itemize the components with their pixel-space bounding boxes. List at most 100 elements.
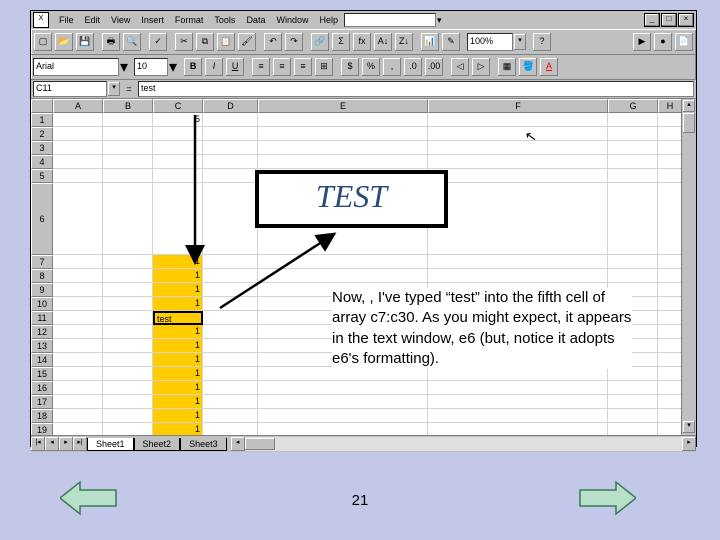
cell-b3[interactable]	[103, 141, 153, 155]
cell-d12[interactable]	[203, 325, 258, 339]
cell-a16[interactable]	[53, 381, 103, 395]
paste-button[interactable]: 📋	[216, 32, 236, 52]
menu-tools[interactable]: Tools	[209, 14, 240, 26]
sheet-tab-3[interactable]: Sheet3	[180, 438, 227, 451]
cell-g15[interactable]	[608, 367, 658, 381]
sheet-tab-1[interactable]: Sheet1	[87, 438, 134, 451]
cell-d3[interactable]	[203, 141, 258, 155]
row-header[interactable]: 17	[31, 395, 53, 409]
cell-g4[interactable]	[608, 155, 658, 169]
cell-c10[interactable]: 1	[153, 297, 203, 311]
menu-help[interactable]: Help	[314, 14, 343, 26]
size-dropdown[interactable]: ▾	[169, 57, 177, 77]
cell-c14[interactable]: 1	[153, 353, 203, 367]
cell-g2[interactable]	[608, 127, 658, 141]
col-header-f[interactable]: F	[428, 99, 608, 113]
row-header[interactable]: 16	[31, 381, 53, 395]
open-button[interactable]: 📂	[54, 32, 74, 52]
cell-d2[interactable]	[203, 127, 258, 141]
name-box[interactable]: C11	[33, 81, 107, 97]
select-all-corner[interactable]	[31, 99, 53, 113]
cell-b7[interactable]	[103, 255, 153, 269]
tab-nav-first[interactable]: |◂	[31, 437, 45, 451]
prev-slide-button[interactable]	[60, 480, 118, 516]
row-header[interactable]: 3	[31, 141, 53, 155]
col-header-g[interactable]: G	[608, 99, 658, 113]
dec-indent-button[interactable]: ◁	[450, 57, 470, 77]
cell-c17[interactable]: 1	[153, 395, 203, 409]
cell-b4[interactable]	[103, 155, 153, 169]
cell-a3[interactable]	[53, 141, 103, 155]
col-header-e[interactable]: E	[258, 99, 428, 113]
cell-b12[interactable]	[103, 325, 153, 339]
cell-g3[interactable]	[608, 141, 658, 155]
cell-g17[interactable]	[608, 395, 658, 409]
cell-f7[interactable]	[428, 255, 608, 269]
row-header[interactable]: 6	[31, 183, 53, 255]
align-left-button[interactable]: ≡	[251, 57, 271, 77]
record-macro-button[interactable]: ▶	[632, 32, 652, 52]
cell-d17[interactable]	[203, 395, 258, 409]
help-search-input[interactable]	[344, 13, 436, 27]
cell-a9[interactable]	[53, 283, 103, 297]
font-name-box[interactable]: Arial	[33, 58, 119, 76]
cell-f15[interactable]	[428, 367, 608, 381]
inc-indent-button[interactable]: ▷	[471, 57, 491, 77]
help-search-dropdown[interactable]: ▾	[437, 15, 442, 26]
row-header[interactable]: 7	[31, 255, 53, 269]
undo-button[interactable]: ↶	[263, 32, 283, 52]
cell-a1[interactable]	[53, 113, 103, 127]
underline-button[interactable]: U	[225, 57, 245, 77]
fill-color-button[interactable]: 🪣	[518, 57, 538, 77]
scroll-thumb[interactable]	[683, 113, 695, 133]
new-button[interactable]: ▢	[33, 32, 53, 52]
cell-d9[interactable]	[203, 283, 258, 297]
cell-c8[interactable]: 1	[153, 269, 203, 283]
cell-b9[interactable]	[103, 283, 153, 297]
cell-a12[interactable]	[53, 325, 103, 339]
formula-input[interactable]: test	[138, 81, 694, 97]
cell-d5[interactable]	[203, 169, 258, 183]
row-header[interactable]: 8	[31, 269, 53, 283]
cell-f5[interactable]	[428, 169, 608, 183]
font-color-button[interactable]: A	[539, 57, 559, 77]
cell-d18[interactable]	[203, 409, 258, 423]
cell-c2[interactable]	[153, 127, 203, 141]
font-dropdown[interactable]: ▾	[120, 57, 128, 77]
row-header[interactable]: 1	[31, 113, 53, 127]
italic-button[interactable]: I	[204, 57, 224, 77]
cell-d8[interactable]	[203, 269, 258, 283]
cell-e8[interactable]	[258, 269, 428, 283]
cell-e4[interactable]	[258, 155, 428, 169]
font-size-box[interactable]: 10	[134, 58, 168, 76]
spell-button[interactable]: ✓	[148, 32, 168, 52]
cell-b10[interactable]	[103, 297, 153, 311]
cell-b19[interactable]	[103, 423, 153, 435]
cell-e1[interactable]	[258, 113, 428, 127]
cell-c7[interactable]: 1	[153, 255, 203, 269]
row-header[interactable]: 18	[31, 409, 53, 423]
cell-c16[interactable]: 1	[153, 381, 203, 395]
borders-button[interactable]: ▦	[497, 57, 517, 77]
currency-button[interactable]: $	[340, 57, 360, 77]
cell-a14[interactable]	[53, 353, 103, 367]
app-control-icon[interactable]: X	[33, 12, 49, 28]
scroll-up-button[interactable]: ▴	[683, 100, 695, 112]
cell-g5[interactable]	[608, 169, 658, 183]
percent-button[interactable]: %	[361, 57, 381, 77]
cell-d11[interactable]	[203, 311, 258, 325]
maximize-button[interactable]: □	[661, 13, 677, 27]
menu-window[interactable]: Window	[271, 14, 313, 26]
print-button[interactable]: 🖶	[101, 32, 121, 52]
preview-button[interactable]: 🔍	[122, 32, 142, 52]
cell-c12[interactable]: 1	[153, 325, 203, 339]
vb-button[interactable]: 📄	[674, 32, 694, 52]
hscroll-thumb[interactable]	[245, 438, 275, 450]
cell-a6[interactable]	[53, 183, 103, 255]
close-button[interactable]: ×	[678, 13, 694, 27]
cell-f18[interactable]	[428, 409, 608, 423]
cell-a15[interactable]	[53, 367, 103, 381]
cell-f3[interactable]	[428, 141, 608, 155]
cell-f1[interactable]	[428, 113, 608, 127]
row-header[interactable]: 13	[31, 339, 53, 353]
